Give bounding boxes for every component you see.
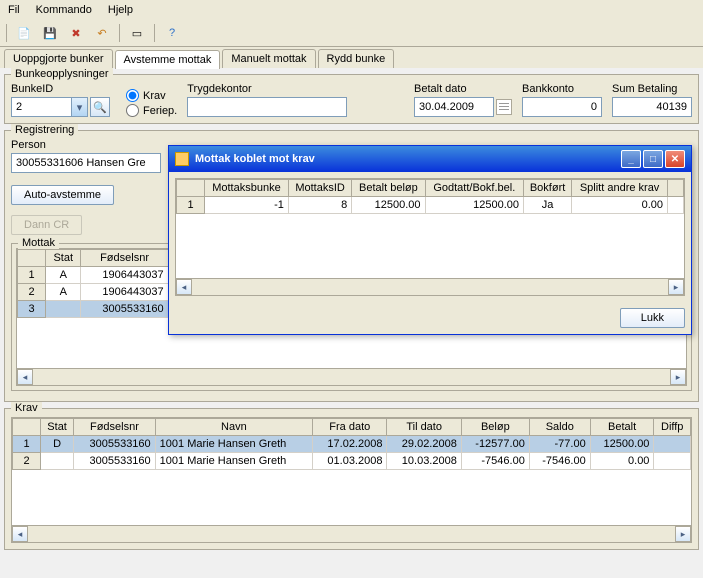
lukk-button[interactable]: Lukk [620, 308, 685, 328]
krav-h-fra[interactable]: Fra dato [313, 419, 387, 436]
table-row[interactable]: 1 D 3005533160 1001 Marie Hansen Greth 1… [13, 436, 691, 453]
trygdekontor-input[interactable] [187, 97, 347, 117]
undo-icon[interactable]: ↶ [91, 22, 113, 44]
krav-h-til[interactable]: Til dato [387, 419, 461, 436]
minimize-button[interactable]: _ [621, 150, 641, 168]
bunkeid-input[interactable] [11, 97, 71, 117]
maximize-button[interactable]: □ [643, 150, 663, 168]
dlg-h-mid[interactable]: MottaksID [288, 180, 351, 197]
krav-legend: Krav [11, 402, 42, 414]
scrollbar-horizontal[interactable] [28, 526, 675, 542]
bunke-fieldset: Bunkeopplysninger BunkeID ▾ 🔍 Krav Ferie… [4, 74, 699, 124]
mottak-koblet-dialog: Mottak koblet mot krav _ □ ✕ Mottaksbunk… [168, 145, 692, 335]
mottak-legend: Mottak [18, 237, 59, 249]
betalt-label: Betalt dato [414, 83, 512, 95]
scroll-left-icon[interactable]: ◂ [17, 369, 33, 385]
menu-help[interactable]: Hjelp [108, 4, 133, 16]
krav-h-diff[interactable]: Diffp [654, 419, 691, 436]
dialog-title: Mottak koblet mot krav [195, 153, 315, 165]
table-row[interactable]: 1 -1 8 12500.00 12500.00 Ja 0.00 [177, 197, 684, 214]
bunkeid-label: BunkeID [11, 83, 110, 95]
krav-h-navn[interactable]: Navn [155, 419, 312, 436]
scrollbar-horizontal[interactable] [33, 369, 670, 385]
menu-file[interactable]: Fil [8, 4, 20, 16]
mottak-h-stat[interactable]: Stat [46, 250, 81, 267]
krav-h-betalt[interactable]: Betalt [590, 419, 654, 436]
sum-input[interactable] [612, 97, 692, 117]
tab-manuelt[interactable]: Manuelt mottak [222, 49, 315, 68]
person-input[interactable] [11, 153, 161, 173]
sum-label: Sum Betaling [612, 83, 692, 95]
tab-avstemme[interactable]: Avstemme mottak [115, 50, 221, 69]
help-icon[interactable]: ? [161, 22, 183, 44]
save-icon[interactable]: 💾 [39, 22, 61, 44]
scroll-right-icon[interactable]: ▸ [670, 369, 686, 385]
tab-uoppgjorte[interactable]: Uoppgjorte bunker [4, 49, 113, 68]
calendar-icon[interactable] [496, 99, 512, 115]
menu-command[interactable]: Kommando [36, 4, 92, 16]
tab-rydd[interactable]: Rydd bunke [318, 49, 395, 68]
bankkonto-input[interactable] [522, 97, 602, 117]
dlg-h-bokf[interactable]: Bokført [524, 180, 572, 197]
dialog-icon [175, 152, 189, 166]
trygdekontor-label: Trygdekontor [187, 83, 404, 95]
reg-legend: Registrering [11, 124, 78, 136]
toolbar: 📄 💾 ✖ ↶ ▭ ? [0, 20, 703, 47]
radio-feriep[interactable]: Feriep. [126, 104, 177, 117]
mottak-h-fnr[interactable]: Fødselsnr [81, 250, 168, 267]
dlg-h-gb[interactable]: Godtatt/Bokf.bel. [425, 180, 523, 197]
krav-h-belop[interactable]: Beløp [461, 419, 529, 436]
menu-bar: Fil Kommando Hjelp [0, 0, 703, 20]
tab-strip: Uoppgjorte bunker Avstemme mottak Manuel… [0, 47, 703, 68]
dlg-h-mb[interactable]: Mottaksbunke [205, 180, 289, 197]
bunke-legend: Bunkeopplysninger [11, 68, 113, 80]
dlg-h-split[interactable]: Splitt andre krav [572, 180, 668, 197]
krav-h-stat[interactable]: Stat [41, 419, 74, 436]
krav-fieldset: Krav Stat Fødselsnr Navn Fra dato Til da… [4, 408, 699, 550]
scroll-left-icon[interactable]: ◂ [12, 526, 28, 542]
auto-avstemme-button[interactable]: Auto-avstemme [11, 185, 114, 205]
scroll-left-icon[interactable]: ◂ [176, 279, 192, 295]
krav-grid[interactable]: Stat Fødselsnr Navn Fra dato Til dato Be… [11, 417, 692, 543]
dialog-titlebar[interactable]: Mottak koblet mot krav _ □ ✕ [169, 146, 691, 172]
betalt-input[interactable] [414, 97, 494, 117]
table-row[interactable]: 2 3005533160 1001 Marie Hansen Greth 01.… [13, 453, 691, 470]
scroll-right-icon[interactable]: ▸ [668, 279, 684, 295]
delete-icon[interactable]: ✖ [65, 22, 87, 44]
scrollbar-horizontal[interactable] [192, 279, 668, 295]
dann-cr-button: Dann CR [11, 215, 82, 235]
dlg-h-bb[interactable]: Betalt beløp [352, 180, 425, 197]
close-button[interactable]: ✕ [665, 150, 685, 168]
scroll-right-icon[interactable]: ▸ [675, 526, 691, 542]
radio-krav[interactable]: Krav [126, 89, 177, 102]
bunkeid-search-icon[interactable]: 🔍 [90, 97, 110, 117]
page-icon[interactable]: ▭ [126, 22, 148, 44]
new-doc-icon[interactable]: 📄 [13, 22, 35, 44]
krav-h-fnr[interactable]: Fødselsnr [74, 419, 156, 436]
krav-h-saldo[interactable]: Saldo [529, 419, 590, 436]
bunkeid-dropdown-icon[interactable]: ▾ [71, 97, 88, 117]
dialog-grid[interactable]: Mottaksbunke MottaksID Betalt beløp Godt… [175, 178, 685, 296]
bankkonto-label: Bankkonto [522, 83, 602, 95]
